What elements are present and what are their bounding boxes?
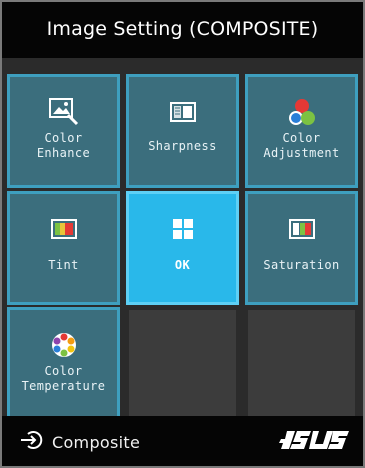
color-enhance-label: Color Enhance (36, 131, 91, 160)
tint-button[interactable]: Tint (7, 191, 120, 305)
color-wheel-icon (51, 332, 77, 358)
image-edit-icon (48, 98, 79, 126)
input-source-icon (20, 430, 52, 454)
input-source-label: Composite (52, 432, 141, 452)
asus-logo (277, 431, 349, 453)
menu-grid: Color Enhance Sharpness Color Adjustment… (2, 58, 363, 421)
sharpness-label: Sharpness (148, 139, 217, 153)
rgb-circles-icon (287, 99, 317, 125)
osd-window: Image Setting (COMPOSITE) Color Enhance (0, 0, 365, 468)
tint-icon (50, 216, 77, 242)
footer-bar: Composite (2, 416, 363, 466)
saturation-icon (288, 216, 315, 242)
color-enhance-button[interactable]: Color Enhance (7, 74, 120, 188)
saturation-label: Saturation (263, 258, 340, 272)
color-adjustment-button[interactable]: Color Adjustment (245, 74, 358, 188)
sharpness-icon (169, 99, 196, 125)
color-adjustment-label: Color Adjustment (263, 131, 340, 160)
color-temperature-button[interactable]: Color Temperature (7, 307, 120, 421)
saturation-button[interactable]: Saturation (245, 191, 358, 305)
ok-label: OK (174, 258, 191, 272)
color-temperature-label: Color Temperature (21, 364, 106, 393)
ok-grid-icon (172, 216, 194, 242)
sharpness-button[interactable]: Sharpness (126, 74, 239, 188)
ok-button[interactable]: OK (126, 191, 239, 305)
tint-label: Tint (48, 258, 79, 272)
input-source[interactable]: Composite (20, 430, 140, 454)
empty-slot (126, 307, 239, 421)
empty-slot (245, 307, 358, 421)
page-title: Image Setting (COMPOSITE) (2, 2, 363, 58)
